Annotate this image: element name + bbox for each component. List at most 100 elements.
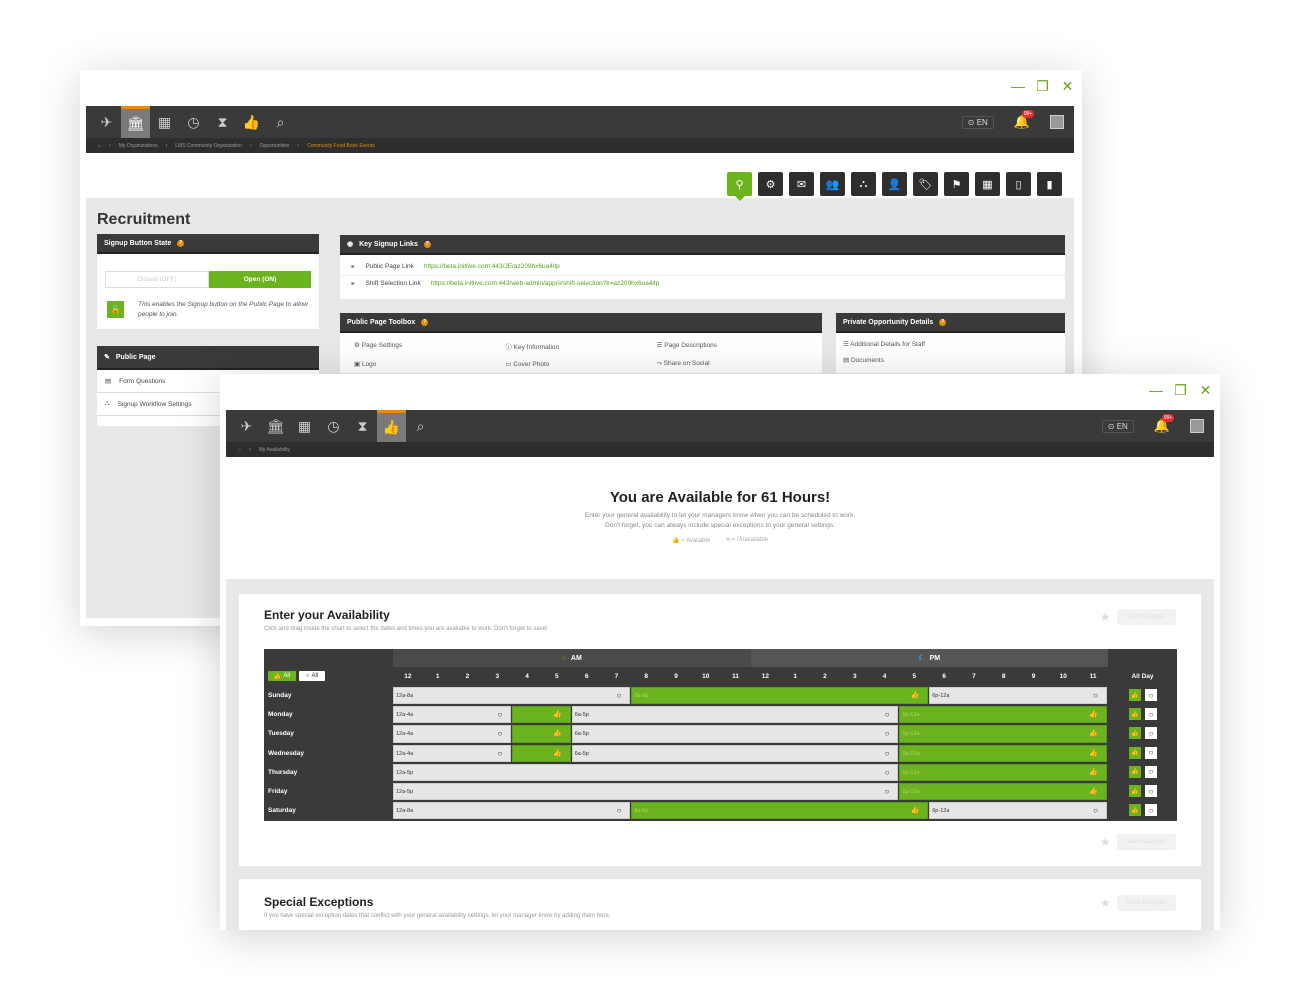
avatar[interactable] <box>1050 115 1064 129</box>
toolbox-cover-photo[interactable]: ▭ Cover Photo <box>505 360 656 368</box>
bank-icon[interactable]: 🏛 <box>121 106 150 138</box>
unavailable-block[interactable]: 12a-4a ○ <box>393 744 512 762</box>
unavailable-block[interactable]: 6a-5p ○ <box>571 706 899 724</box>
envelope-icon[interactable]: ✉ <box>789 172 814 196</box>
all-day-available-button[interactable]: 👍 <box>1129 708 1141 721</box>
close-icon[interactable]: ✕ <box>1061 78 1074 95</box>
restore-icon[interactable]: ❐ <box>1174 382 1187 399</box>
home-icon[interactable]: ⌂ <box>238 447 241 453</box>
unavailable-block[interactable]: 12a-4a ○ <box>393 725 512 743</box>
breadcrumb-item[interactable]: My Organizations <box>119 143 158 149</box>
toolbox-page-settings[interactable]: ⚙ Page Settings <box>354 341 505 351</box>
hierarchy-icon[interactable]: ⛬ <box>851 172 876 196</box>
available-block[interactable]: 5p-12a 👍 <box>899 725 1107 743</box>
unavailable-block[interactable]: 12a-8a ○ <box>393 802 631 820</box>
help-icon[interactable]: ? <box>177 239 185 247</box>
unavailable-block[interactable]: 12a-4a ○ <box>393 706 512 724</box>
toolbox-key-info[interactable]: ⓘ Key Information <box>505 341 656 351</box>
bank-icon[interactable]: 🏛 <box>261 410 290 442</box>
calendar-grid-icon[interactable]: ▦ <box>975 172 1000 196</box>
toggle-closed[interactable]: Closed (OFF) <box>105 271 209 288</box>
shift-selection-link[interactable]: https://beta.initlive.com:443/web-admin/… <box>431 280 660 288</box>
search-icon[interactable]: ⌕ <box>406 410 435 442</box>
available-block[interactable]: 5p-12a 👍 <box>899 783 1107 801</box>
available-block[interactable]: 👍 <box>512 744 571 762</box>
clock-icon[interactable]: ◷ <box>179 106 208 138</box>
all-day-available-button[interactable]: 👍 <box>1129 765 1141 778</box>
all-day-unavailable-button[interactable]: ○ <box>1145 765 1157 778</box>
minimize-icon[interactable]: — <box>1011 78 1025 95</box>
breadcrumb-item[interactable]: LMS Community Organization <box>175 143 242 149</box>
public-page-link[interactable]: https://beta.initlive.com:443/JE/az209hx… <box>424 263 560 271</box>
search-icon[interactable]: ⌕ <box>266 106 295 138</box>
help-icon[interactable]: ? <box>421 318 429 326</box>
recruit-icon[interactable]: ⚲ <box>727 172 752 201</box>
available-block[interactable]: 👍 <box>512 725 571 743</box>
close-icon[interactable]: ✕ <box>1199 382 1212 399</box>
toolbox-share[interactable]: ⤳ Share on Social <box>657 360 808 368</box>
unavailable-block[interactable]: 12a-5p ○ <box>393 783 899 801</box>
availability-grid[interactable]: ○ AM ☾ PM 12 1 2 3 4 5 6 7 8 9 10 11 12 1 2 3 4 5 6 7 8 9 10 11 👍 All… <box>264 649 1177 821</box>
all-day-available-button[interactable]: 👍 <box>1129 804 1141 817</box>
save-button[interactable]: Save Changes <box>1116 609 1176 625</box>
plane-icon[interactable]: ✈ <box>232 410 261 442</box>
star-icon[interactable]: ★ <box>1100 610 1111 624</box>
toolbox-logo[interactable]: ▣ Logo <box>354 360 505 368</box>
all-day-unavailable-button[interactable]: ○ <box>1145 785 1157 797</box>
available-block[interactable]: 8a-6p 👍 <box>631 687 929 705</box>
person-icon[interactable]: 👤 <box>882 172 907 196</box>
hourglass-icon[interactable]: ⧗ <box>348 410 377 442</box>
all-day-available-button[interactable]: 👍 <box>1129 727 1141 740</box>
all-day-unavailable-button[interactable]: ○ <box>1145 804 1157 817</box>
star-icon[interactable]: ★ <box>1100 835 1111 849</box>
bell-icon[interactable]: 🔔 99+ <box>1154 414 1175 434</box>
unavailable-block[interactable]: 6p-12a ○ <box>929 687 1107 705</box>
tags-icon[interactable]: 🏷 <box>913 172 938 196</box>
all-day-available-button[interactable]: 👍 <box>1129 785 1141 797</box>
language-selector[interactable]: ⊙ EN <box>1101 419 1134 433</box>
private-item[interactable]: ▤ Documents <box>843 353 1058 369</box>
thumbs-up-icon[interactable]: 👍 <box>237 106 266 138</box>
hourglass-icon[interactable]: ⧗ <box>208 106 237 138</box>
help-icon[interactable]: ? <box>939 318 947 326</box>
unavailable-block[interactable]: 12a-8a ○ <box>393 687 631 705</box>
calendar-icon[interactable]: ▦ <box>150 106 179 138</box>
available-block[interactable]: 5p-12a 👍 <box>899 763 1107 781</box>
available-block[interactable]: 5p-12a 👍 <box>899 706 1107 724</box>
gear-icon[interactable]: ⚙ <box>758 172 783 196</box>
restore-icon[interactable]: ❐ <box>1036 78 1049 95</box>
available-block[interactable]: 5p-12a 👍 <box>899 744 1107 762</box>
clock-icon[interactable]: ◷ <box>319 410 348 442</box>
available-block[interactable]: 👍 <box>512 706 571 724</box>
plane-icon[interactable]: ✈ <box>92 106 121 138</box>
available-block[interactable]: 8a-6p 👍 <box>631 802 929 820</box>
all-day-unavailable-button[interactable]: ○ <box>1145 708 1157 721</box>
all-day-unavailable-button[interactable]: ○ <box>1145 746 1157 759</box>
unavailable-block[interactable]: 6p-12a ○ <box>929 802 1107 820</box>
save-button[interactable]: Save Changes <box>1116 895 1176 911</box>
bell-icon[interactable]: 🔔 99+ <box>1014 110 1035 130</box>
all-unavailable-button[interactable]: ○ All <box>299 671 325 681</box>
private-item[interactable]: ☰ Additional Details for Staff <box>843 337 1058 353</box>
thumbs-up-icon[interactable]: 👍 <box>377 410 406 442</box>
calendar-icon[interactable]: ▦ <box>290 410 319 442</box>
avatar[interactable] <box>1190 419 1204 433</box>
star-icon[interactable]: ★ <box>1100 896 1111 910</box>
toolbox-descriptions[interactable]: ☰ Page Descriptions <box>657 341 808 351</box>
unavailable-block[interactable]: 6a-5p ○ <box>571 744 899 762</box>
bar-chart-icon[interactable]: ▮ <box>1037 172 1062 196</box>
home-icon[interactable]: ⌂ <box>98 143 101 149</box>
toggle-open[interactable]: Open (ON) <box>209 271 311 288</box>
all-available-button[interactable]: 👍 All <box>268 671 296 681</box>
all-day-unavailable-button[interactable]: ○ <box>1145 689 1157 701</box>
all-day-available-button[interactable]: 👍 <box>1129 746 1141 759</box>
language-selector[interactable]: ⊙ EN <box>961 115 994 129</box>
signup-toggle[interactable]: Closed (OFF) Open (ON) <box>105 271 311 288</box>
save-button[interactable]: Save Changes <box>1116 834 1176 850</box>
all-day-available-button[interactable]: 👍 <box>1129 689 1141 701</box>
unavailable-block[interactable]: 12a-5p ○ <box>393 763 899 781</box>
unavailable-block[interactable]: 6a-5p ○ <box>571 725 899 743</box>
mobile-icon[interactable]: ▯ <box>1006 172 1031 196</box>
map-pin-icon[interactable]: ⚑ <box>944 172 969 196</box>
users-icon[interactable]: 👥 <box>820 172 845 196</box>
